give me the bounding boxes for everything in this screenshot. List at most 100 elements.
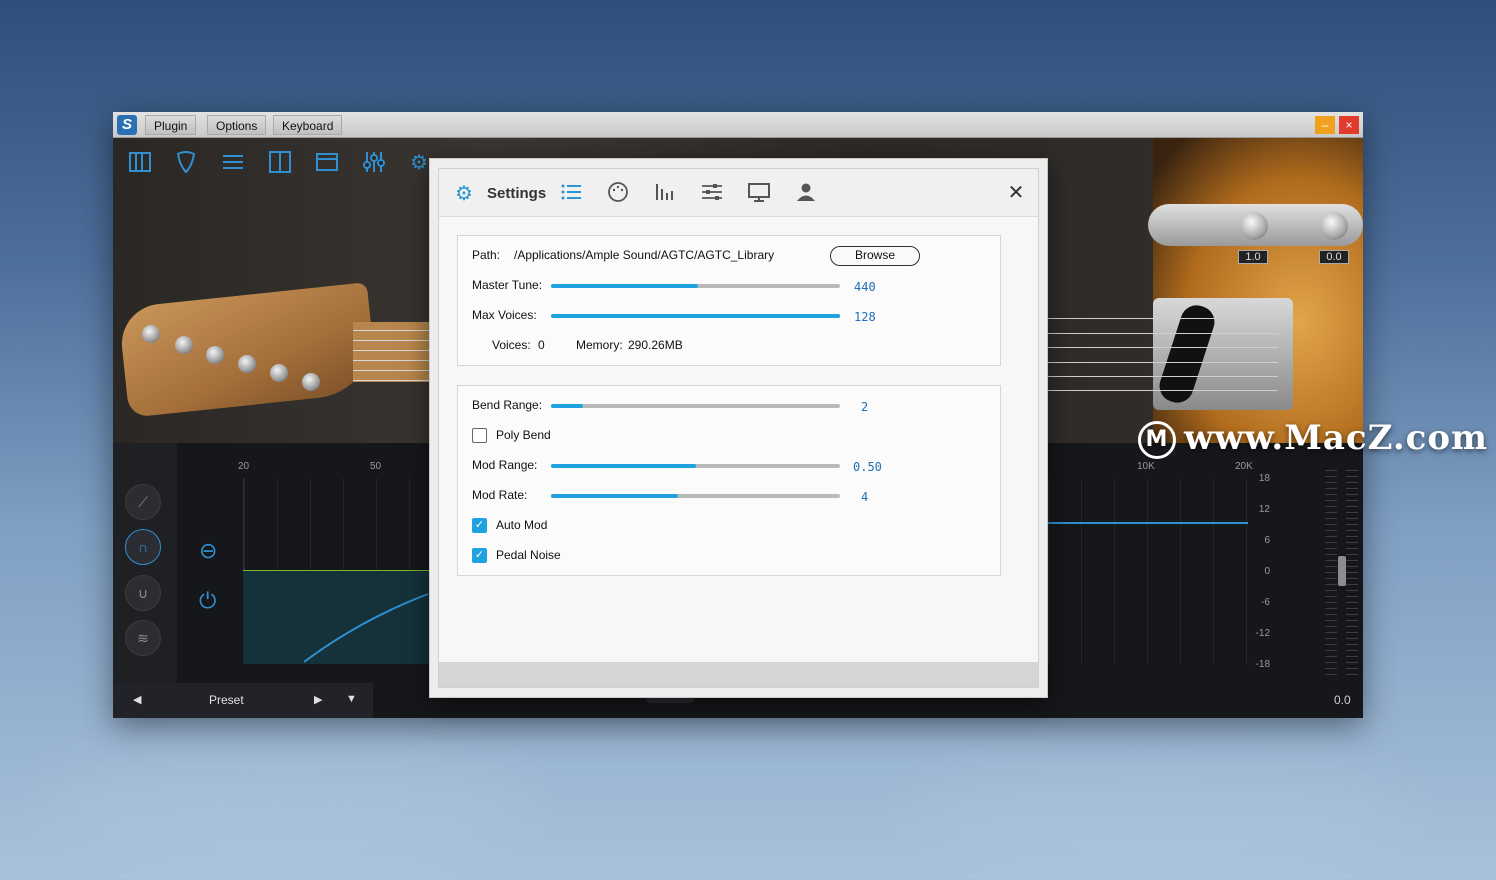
eq-curve-line-right xyxy=(1048,522,1248,524)
slider-fill xyxy=(551,284,699,288)
freq-label-20: 20 xyxy=(238,461,250,472)
gear-icon[interactable]: ⚙ xyxy=(451,181,477,207)
settings-footer xyxy=(439,662,1038,687)
voices-label: Voices: xyxy=(492,338,531,352)
settings-dialog: ⚙ Settings ✕ Path: /Applications/Ample S… xyxy=(438,168,1039,688)
bend-range-label: Bend Range: xyxy=(472,398,543,412)
master-tune-label: Master Tune: xyxy=(472,278,543,292)
mod-rate-label: Mod Rate: xyxy=(472,488,528,502)
title-bar: S Plugin Options Keyboard – × xyxy=(113,112,1363,138)
voices-value: 0 xyxy=(538,338,545,352)
mod-range-slider[interactable] xyxy=(551,464,840,468)
tuning-peg xyxy=(302,373,320,391)
pick-icon[interactable] xyxy=(173,150,199,176)
string-line xyxy=(353,370,429,371)
db-label: -6 xyxy=(1261,597,1270,608)
equalizer-icon[interactable] xyxy=(361,150,387,176)
settings-title: Settings xyxy=(487,185,547,202)
db-label: 12 xyxy=(1258,504,1270,515)
db-label: 18 xyxy=(1258,473,1270,484)
user-icon[interactable] xyxy=(793,181,819,207)
pedal-noise-checkbox[interactable]: ✓ xyxy=(472,548,487,563)
string-line xyxy=(1048,347,1278,348)
preset-label[interactable]: Preset xyxy=(209,693,244,707)
browser-icon[interactable] xyxy=(314,150,340,176)
db-label: -18 xyxy=(1255,659,1270,670)
db-label: 0 xyxy=(1264,566,1270,577)
string-line xyxy=(1048,318,1278,319)
close-window-button[interactable]: × xyxy=(1339,116,1359,134)
waveform-icon[interactable]: ≋ xyxy=(125,620,161,656)
power-icon[interactable]: ⏻ xyxy=(199,588,216,614)
curve-peak-icon[interactable]: ∩ xyxy=(125,529,161,565)
curve-notch-icon[interactable]: ∪ xyxy=(125,575,161,611)
tuning-peg xyxy=(238,355,256,373)
db-label: 6 xyxy=(1264,535,1270,546)
watermark-logo-icon: M xyxy=(1138,421,1176,459)
string-line xyxy=(353,360,429,361)
output-value: 0.0 xyxy=(1334,693,1351,707)
menu-plugin[interactable]: Plugin xyxy=(145,115,197,135)
max-voices-label: Max Voices: xyxy=(472,308,537,322)
db-label: -12 xyxy=(1255,628,1270,639)
bend-range-value: 2 xyxy=(861,400,869,414)
bend-range-slider[interactable] xyxy=(551,404,840,408)
tuning-peg xyxy=(175,336,193,354)
poly-bend-checkbox[interactable] xyxy=(472,428,487,443)
settings-header: ⚙ Settings ✕ xyxy=(439,169,1038,217)
slider-fill xyxy=(551,464,696,468)
max-voices-value: 128 xyxy=(854,310,876,324)
memory-label: Memory: xyxy=(576,338,623,352)
menu-keyboard[interactable]: Keyboard xyxy=(273,115,343,135)
fader-icon[interactable] xyxy=(652,181,678,207)
mod-rate-value: 4 xyxy=(861,490,869,504)
auto-mod-checkbox[interactable]: ✓ xyxy=(472,518,487,533)
volume-value: 1.0 xyxy=(1238,250,1268,264)
curve-low-icon[interactable]: ⟋ xyxy=(125,484,161,520)
performance-settings-group: Bend Range: 2 Poly Bend Mod Range: 0.50 … xyxy=(457,385,1001,576)
string-line xyxy=(353,350,429,351)
mod-range-value: 0.50 xyxy=(853,460,882,474)
volume-knob[interactable] xyxy=(1240,212,1268,240)
string-line xyxy=(1048,390,1278,391)
string-line xyxy=(353,380,429,381)
next-preset-icon[interactable]: ▶ xyxy=(314,693,322,706)
string-line xyxy=(353,330,429,331)
list-icon[interactable] xyxy=(558,181,584,207)
level-meter-left xyxy=(1325,470,1337,680)
sliders-icon[interactable] xyxy=(699,181,725,207)
path-value: /Applications/Ample Sound/AGTC/AGTC_Libr… xyxy=(514,248,775,262)
preset-dropdown-icon[interactable]: ▼ xyxy=(346,693,357,705)
poly-bend-label: Poly Bend xyxy=(496,428,551,442)
mod-rate-slider[interactable] xyxy=(551,494,840,498)
piano-icon[interactable] xyxy=(127,150,153,176)
output-fader[interactable] xyxy=(1338,556,1346,586)
max-voices-slider[interactable] xyxy=(551,314,840,318)
prev-preset-icon[interactable]: ◀ xyxy=(133,693,141,706)
master-tune-value: 440 xyxy=(854,280,876,294)
tuning-peg xyxy=(142,325,160,343)
mixer-icon[interactable] xyxy=(267,150,293,176)
level-meter-right xyxy=(1346,470,1358,680)
monitor-icon[interactable] xyxy=(746,181,772,207)
minimize-button[interactable]: – xyxy=(1315,116,1335,134)
freq-label-50: 50 xyxy=(370,461,382,472)
eq-curve-line xyxy=(303,593,429,663)
tuning-peg xyxy=(206,346,224,364)
link-icon[interactable]: ⊖ xyxy=(199,538,217,564)
close-icon[interactable]: ✕ xyxy=(1004,181,1028,205)
path-label: Path: xyxy=(472,248,501,262)
eq-graph-right[interactable] xyxy=(1048,478,1248,664)
app-logo: S xyxy=(117,115,137,135)
palette-icon[interactable] xyxy=(605,181,631,207)
sliders-icon[interactable] xyxy=(220,150,246,176)
tuning-peg xyxy=(270,364,288,382)
menu-options[interactable]: Options xyxy=(207,115,267,135)
tone-knob[interactable] xyxy=(1320,212,1348,240)
string-line xyxy=(353,340,429,341)
watermark-text: www.MacZ.com xyxy=(1184,418,1489,458)
master-tune-slider[interactable] xyxy=(551,284,840,288)
watermark: Mwww.MacZ.com xyxy=(1138,418,1496,464)
slider-fill xyxy=(551,314,840,318)
browse-button[interactable]: Browse xyxy=(830,246,920,266)
